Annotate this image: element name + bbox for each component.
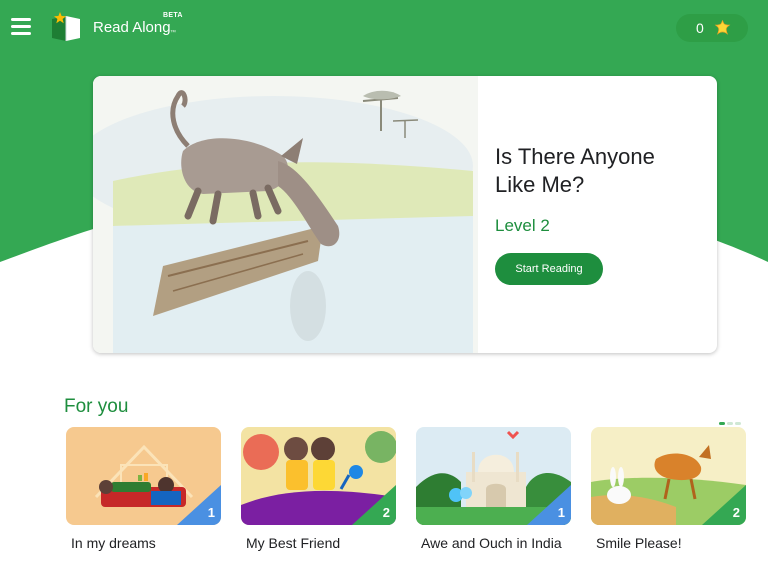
book-title: My Best Friend <box>246 535 341 551</box>
book-level-number: 2 <box>382 505 390 520</box>
trademark-mark: ™ <box>170 30 176 36</box>
book-cover: 1 <box>66 427 221 525</box>
beta-badge: BETA <box>163 12 183 19</box>
stars-count: 0 <box>696 20 704 36</box>
book-title: In my dreams <box>71 535 156 551</box>
book-cover: 2 <box>241 427 396 525</box>
book-card-awe-and-ouch-in-india[interactable]: 1 Awe and Ouch in India <box>416 427 571 551</box>
featured-book-title: Is There Anyone Like Me? <box>495 144 655 197</box>
book-cover: 2 <box>591 427 746 525</box>
book-level-number: 2 <box>732 505 740 520</box>
page-dot <box>727 422 733 425</box>
section-title-for-you: For you <box>64 396 129 417</box>
app-title: Read Along <box>93 19 171 36</box>
read-along-logo <box>52 12 80 41</box>
start-reading-button[interactable]: Start Reading <box>495 253 603 285</box>
book-cover: 1 <box>416 427 571 525</box>
page-dot <box>735 422 741 425</box>
featured-book-illustration <box>93 76 478 353</box>
featured-book-card[interactable]: Is There Anyone Like Me? Level 2 Start R… <box>93 76 717 353</box>
book-card-my-best-friend[interactable]: 2 My Best Friend <box>241 427 396 551</box>
book-card-smile-please[interactable]: 2 Smile Please! <box>591 427 746 551</box>
star-icon <box>714 20 731 35</box>
page-dot-active <box>719 422 725 425</box>
book-level-number: 1 <box>557 505 565 520</box>
book-title: Awe and Ouch in India <box>421 535 562 551</box>
book-title: Smile Please! <box>596 535 682 551</box>
book-card-in-my-dreams[interactable]: 1 In my dreams <box>66 427 221 551</box>
hamburger-menu-icon[interactable] <box>11 18 31 36</box>
featured-book-level: Level 2 <box>495 216 550 235</box>
stars-counter-button[interactable]: 0 <box>676 14 748 42</box>
book-level-number: 1 <box>207 505 215 520</box>
